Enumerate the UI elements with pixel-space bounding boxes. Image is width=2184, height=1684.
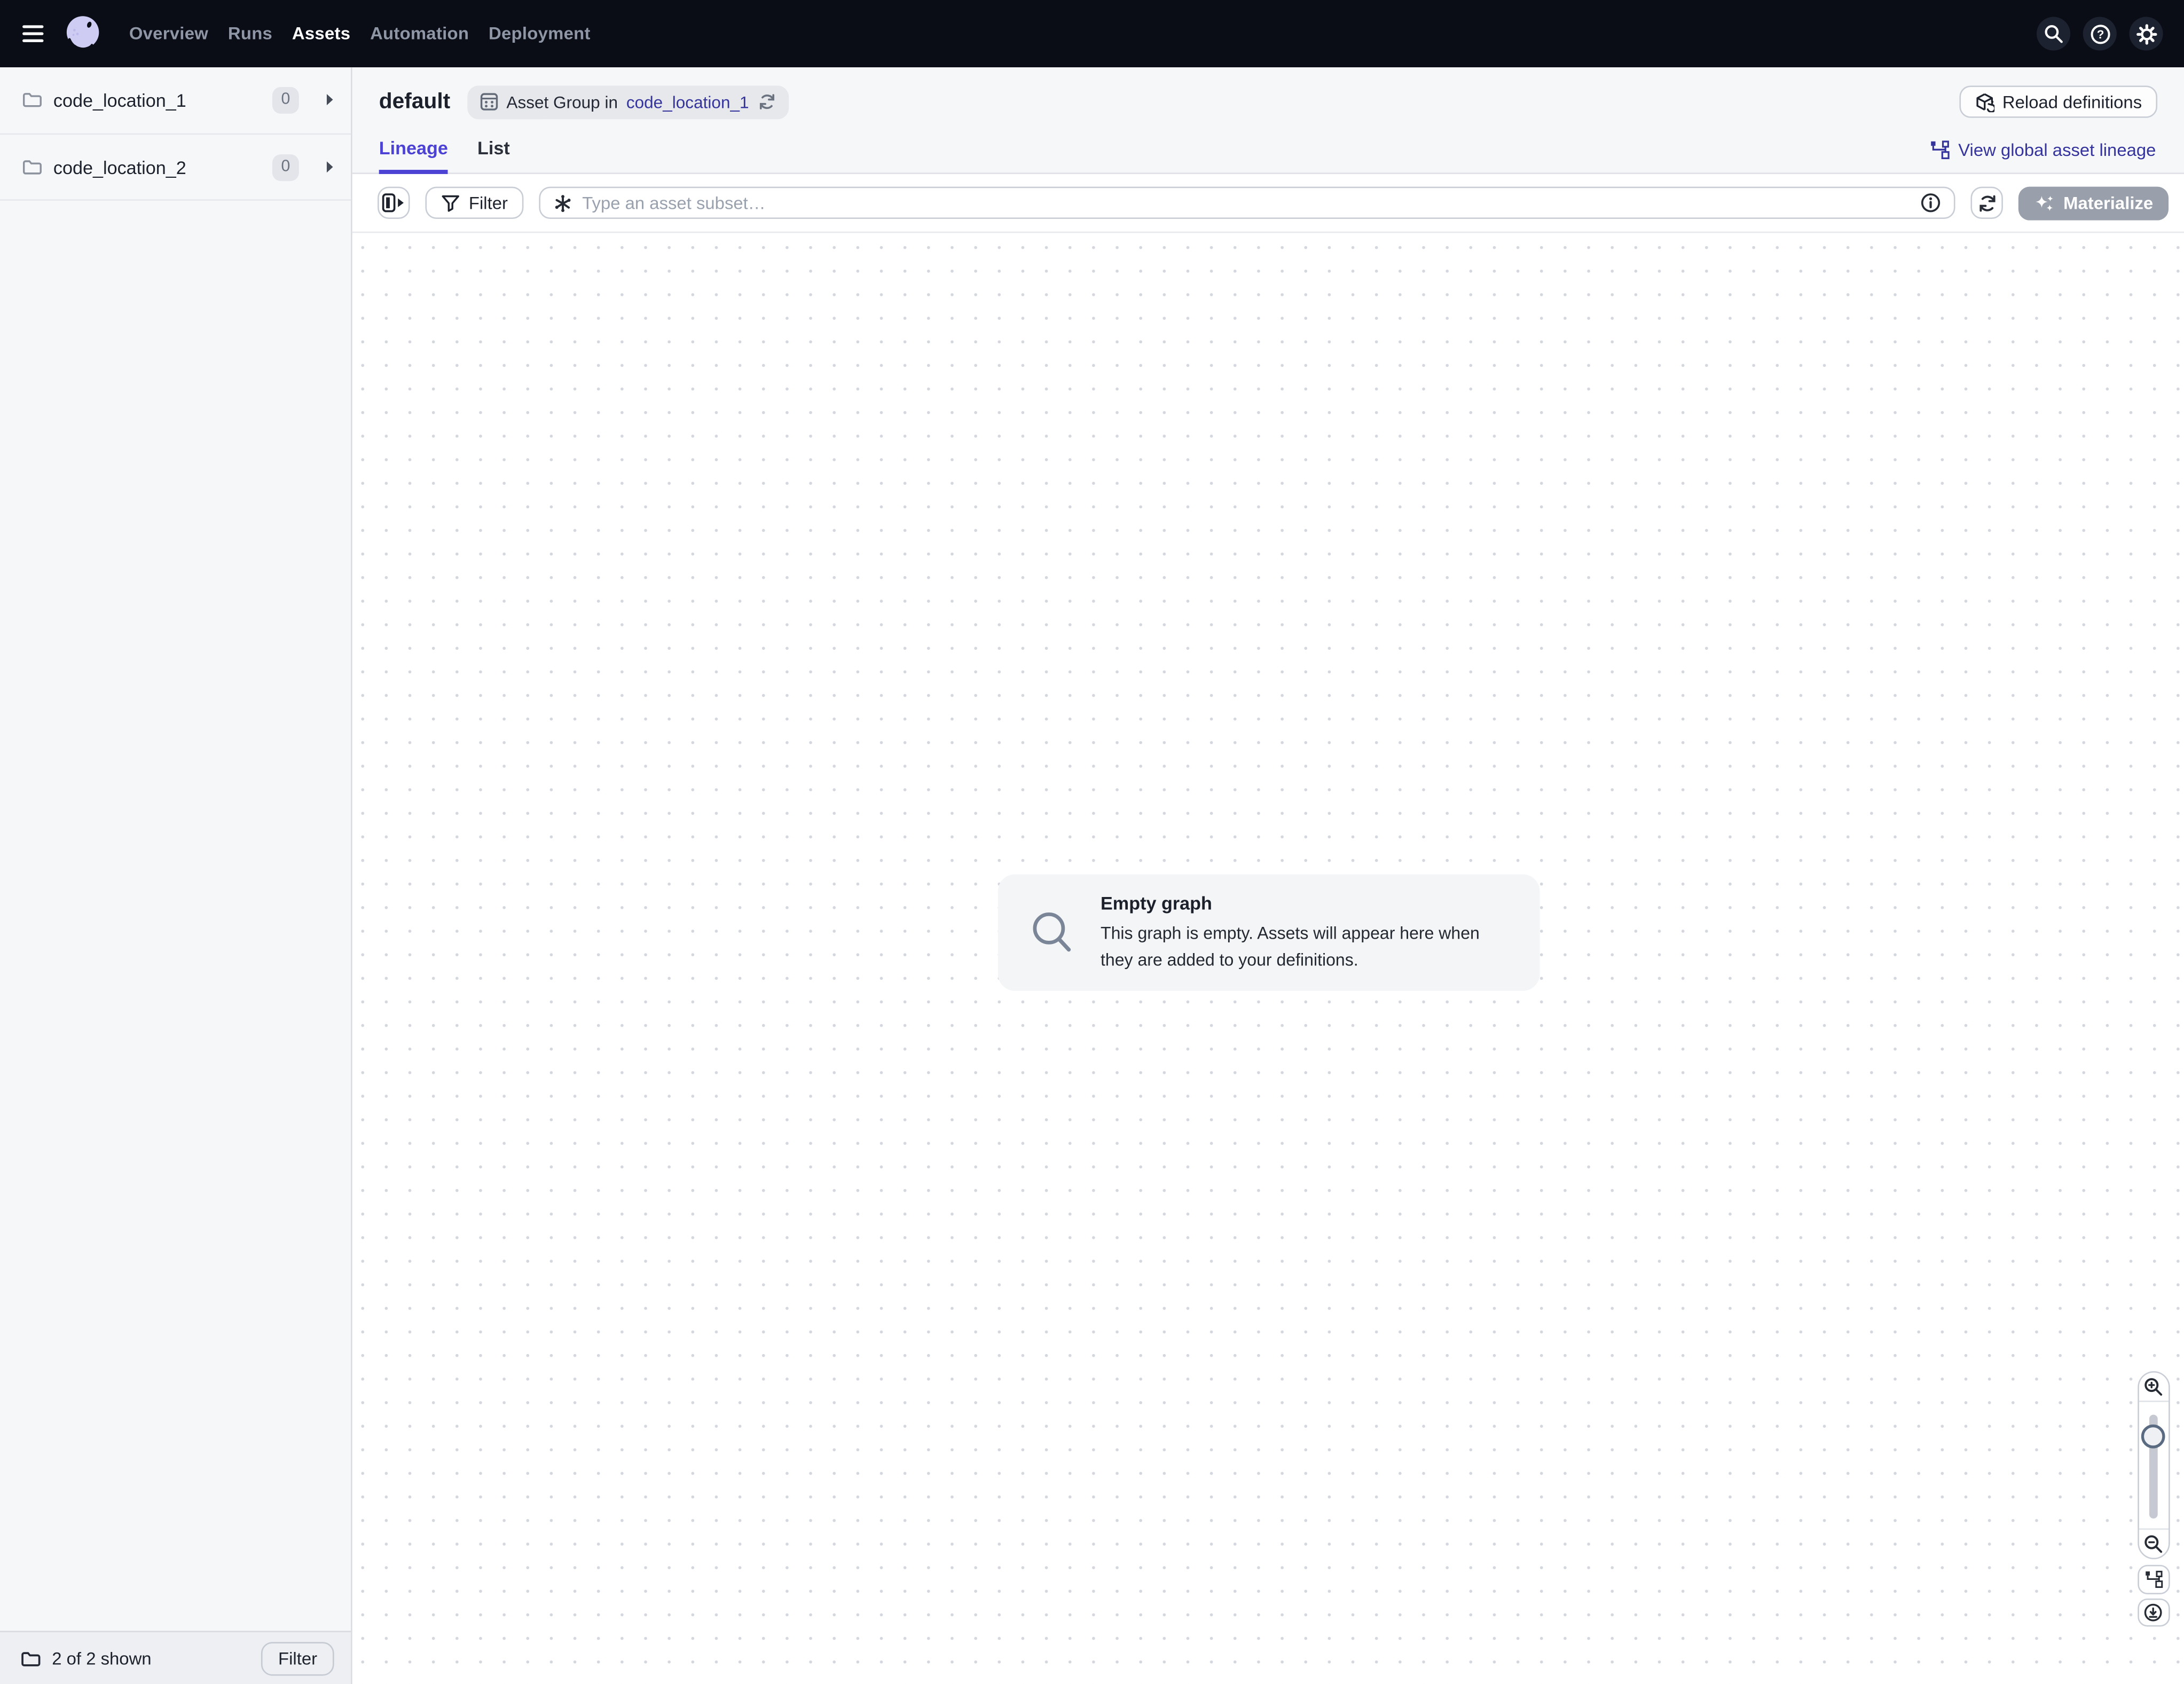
view-global-asset-lineage-label: View global asset lineage	[1958, 140, 2156, 160]
asset-group-icon	[480, 92, 498, 111]
dagster-logo-icon	[62, 12, 104, 55]
zoom-in-icon	[2143, 1377, 2163, 1397]
asset-count-badge: 0	[272, 154, 299, 180]
refresh-graph-button[interactable]	[1971, 187, 2003, 219]
zoom-out-button[interactable]	[2139, 1530, 2169, 1558]
gear-icon	[2135, 23, 2156, 44]
asset-count-badge: 0	[272, 87, 299, 114]
tab-list[interactable]: List	[477, 138, 510, 173]
sidebar-item-code-location-2[interactable]: code_location_2 0	[0, 135, 351, 201]
empty-graph-description: This graph is empty. Assets will appear …	[1101, 922, 1517, 972]
zoom-out-icon	[2143, 1534, 2163, 1554]
refresh-icon	[1977, 193, 1997, 213]
nav-item-overview[interactable]: Overview	[129, 24, 208, 44]
help-button[interactable]: ?	[2083, 17, 2117, 51]
lineage-toolbar: Filter	[352, 174, 2184, 233]
toggle-sidebar-panel-button[interactable]	[378, 187, 410, 219]
panel-open-icon	[382, 192, 406, 213]
asset-subset-field[interactable]	[539, 187, 1955, 219]
search-button[interactable]	[2037, 17, 2070, 51]
graph-filter-label: Filter	[469, 193, 508, 213]
folder-icon	[22, 92, 42, 109]
zoom-slider-thumb[interactable]	[2141, 1424, 2165, 1448]
empty-graph-text: Empty graph This graph is empty. Assets …	[1101, 893, 1517, 972]
question-circle-icon: ?	[2089, 23, 2110, 44]
view-global-asset-lineage-link[interactable]: View global asset lineage	[1930, 140, 2156, 160]
code-location-link[interactable]: code_location_1	[626, 92, 749, 112]
sparkle-icon	[2034, 193, 2055, 213]
page-header: default Asset Group in code_location_1	[352, 67, 2184, 174]
reload-cube-icon	[1974, 92, 1994, 112]
badge-prefix-label: Asset Group in	[506, 92, 618, 112]
empty-graph-card: Empty graph This graph is empty. Assets …	[997, 875, 1539, 991]
asset-group-badge: Asset Group in code_location_1	[467, 85, 788, 119]
materialize-button[interactable]: Materialize	[2018, 186, 2169, 219]
tab-lineage[interactable]: Lineage	[379, 138, 448, 173]
graph-filter-button[interactable]: Filter	[425, 187, 523, 219]
lineage-graph-icon	[1930, 140, 1950, 160]
nav-item-deployment[interactable]: Deployment	[489, 24, 591, 44]
asset-groups-sidebar: code_location_1 0 code_location_2 0 2 of…	[0, 67, 352, 1684]
magnifier-icon	[1030, 909, 1077, 956]
sidebar-footer: 2 of 2 shown Filter	[0, 1631, 351, 1684]
lineage-graph-canvas[interactable]: Empty graph This graph is empty. Assets …	[352, 234, 2184, 1684]
reload-definitions-button[interactable]: Reload definitions	[1959, 85, 2157, 117]
settings-button[interactable]	[2129, 17, 2163, 51]
folder-icon	[21, 1650, 41, 1667]
nav-actions: ?	[2037, 17, 2163, 51]
graph-layout-icon	[2144, 1570, 2163, 1588]
filter-funnel-icon	[441, 193, 460, 213]
page-title: default	[379, 89, 451, 114]
sidebar-filter-button[interactable]: Filter	[261, 1641, 334, 1675]
asset-subset-input[interactable]	[582, 193, 1910, 213]
subset-info-icon[interactable]	[1920, 192, 1941, 213]
graph-zoom-controls	[2137, 1371, 2170, 1626]
reload-definitions-label: Reload definitions	[2002, 92, 2142, 112]
dagster-logo[interactable]	[62, 12, 104, 55]
nav-item-runs[interactable]: Runs	[228, 24, 272, 44]
download-graph-button[interactable]	[2137, 1598, 2170, 1627]
search-icon	[2044, 24, 2063, 44]
folder-icon	[22, 159, 42, 176]
main-content: default Asset Group in code_location_1	[352, 67, 2184, 1684]
tab-bar: Lineage List	[379, 138, 510, 173]
zoom-slider-panel	[2137, 1371, 2170, 1559]
group-name: code_location_2	[53, 156, 186, 177]
chevron-right-icon[interactable]	[326, 160, 334, 174]
nav-item-automation[interactable]: Automation	[370, 24, 469, 44]
asset-selector-icon	[553, 193, 572, 213]
title-row: default Asset Group in code_location_1	[352, 67, 2184, 123]
svg-text:?: ?	[2096, 27, 2103, 41]
sidebar-item-code-location-1[interactable]: code_location_1 0	[0, 67, 351, 134]
chevron-right-icon[interactable]	[326, 93, 334, 107]
download-icon	[2143, 1602, 2163, 1622]
shown-count-label: 2 of 2 shown	[52, 1648, 151, 1668]
nav-item-assets[interactable]: Assets	[292, 24, 350, 44]
fit-graph-button[interactable]	[2137, 1565, 2170, 1594]
zoom-slider[interactable]	[2139, 1400, 2169, 1530]
materialize-label: Materialize	[2063, 193, 2153, 213]
sync-icon[interactable]	[757, 92, 775, 111]
dagster-app: Overview Runs Assets Automation Deployme…	[0, 0, 2184, 1684]
menu-icon[interactable]	[22, 25, 43, 42]
top-nav: Overview Runs Assets Automation Deployme…	[0, 0, 2184, 67]
empty-graph-title: Empty graph	[1101, 893, 1517, 914]
nav-links: Overview Runs Assets Automation Deployme…	[129, 24, 591, 44]
group-name: code_location_1	[53, 90, 186, 111]
zoom-in-button[interactable]	[2139, 1373, 2169, 1401]
